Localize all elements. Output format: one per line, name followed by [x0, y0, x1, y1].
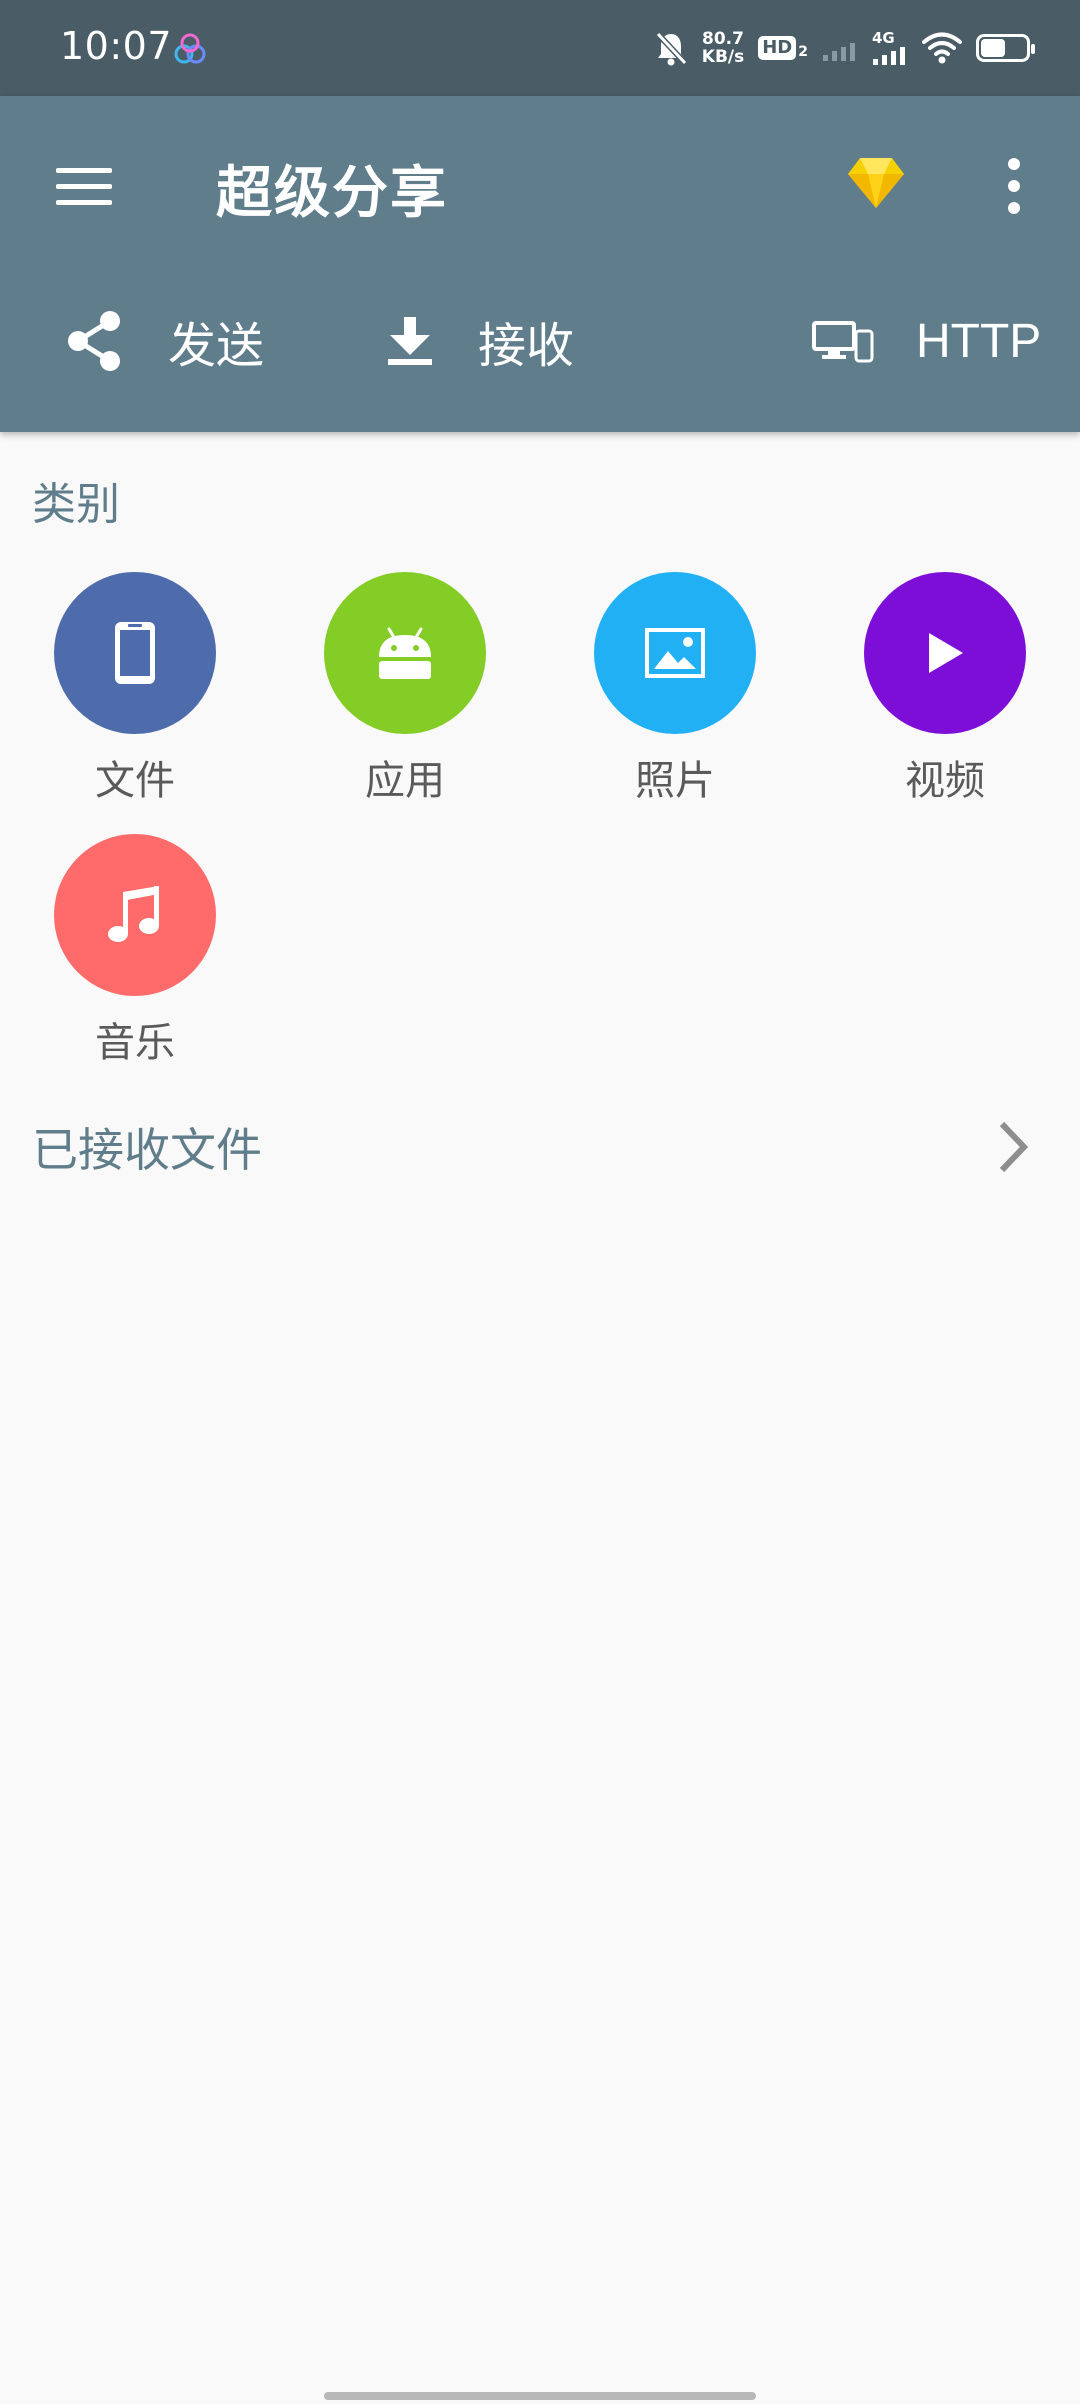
category-music-circle [54, 834, 216, 996]
category-photos-circle [594, 572, 756, 734]
receive-label: 接收 [478, 318, 575, 374]
image-icon [645, 628, 705, 678]
category-files-label: 文件 [95, 758, 175, 804]
battery-icon [976, 34, 1035, 62]
music-note-icon [108, 886, 159, 942]
category-photos-label: 照片 [635, 758, 715, 804]
send-button[interactable]: 发送 [64, 286, 264, 396]
app-notification-icon [174, 33, 206, 64]
send-label: 发送 [168, 318, 265, 374]
category-music-label: 音乐 [95, 1020, 175, 1066]
category-apps[interactable]: 应用 [305, 572, 505, 812]
more-vert-icon[interactable] [990, 150, 1038, 222]
category-photos[interactable]: 照片 [575, 572, 775, 812]
app-title: 超级分享 [216, 161, 448, 226]
receive-button[interactable]: 接收 [386, 286, 574, 396]
categories-title: 类别 [32, 479, 120, 530]
category-apps-circle [324, 572, 486, 734]
http-button[interactable]: HTTP [812, 286, 1041, 396]
status-time: 10:07 [60, 24, 173, 68]
battery-fill [981, 39, 1005, 57]
status-icons: 80.7 KB/s HD 2 4G [654, 24, 1035, 72]
category-music[interactable]: 音乐 [35, 834, 235, 1074]
category-files-circle [54, 572, 216, 734]
hd-label: HD [758, 36, 797, 60]
home-indicator[interactable] [324, 2392, 756, 2400]
status-bar: 10:07 80.7 KB/s HD 2 4G [0, 0, 1080, 96]
signal-4g: 4G [872, 29, 908, 67]
received-files-row[interactable]: 已接收文件 [0, 1100, 1080, 1190]
phone-icon [115, 622, 155, 684]
download-icon [388, 317, 432, 365]
share-icon [68, 311, 120, 371]
net-speed-value: 80.7 [702, 29, 744, 49]
menu-icon[interactable] [52, 156, 116, 216]
signal-weak-icon [823, 43, 855, 61]
hd-sub: 2 [798, 44, 808, 60]
devices-icon [812, 321, 874, 363]
android-icon [379, 627, 431, 679]
bell-off-icon [655, 31, 687, 66]
net-speed: 80.7 KB/s [702, 30, 744, 66]
category-apps-label: 应用 [365, 758, 445, 804]
signal-4g-label: 4G [872, 29, 895, 47]
wifi-icon [922, 32, 962, 64]
net-speed-unit: KB/s [701, 47, 745, 67]
category-videos[interactable]: 视频 [845, 572, 1045, 812]
received-files-label: 已接收文件 [32, 1123, 262, 1177]
hd-voice-badge: HD 2 [758, 36, 808, 60]
chevron-right-icon [999, 1121, 1029, 1173]
diamond-icon[interactable] [836, 144, 916, 224]
signal-strong-icon [873, 47, 905, 65]
category-videos-circle [864, 572, 1026, 734]
category-videos-label: 视频 [905, 758, 985, 804]
action-row: 发送 接收 HTTP [0, 286, 1080, 396]
play-icon [929, 633, 963, 673]
app-bar: 超级分享 发送 接收 HTTP [0, 96, 1080, 432]
http-label: HTTP [916, 314, 1042, 368]
category-files[interactable]: 文件 [35, 572, 235, 812]
